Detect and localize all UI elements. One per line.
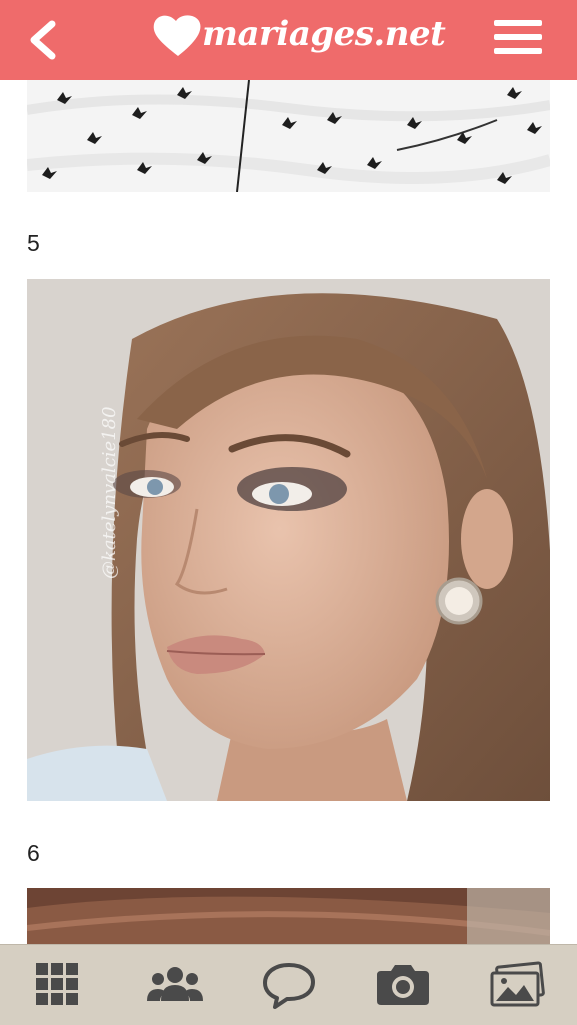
tab-community[interactable]	[145, 961, 205, 1009]
tab-messages[interactable]	[259, 961, 319, 1009]
hair-photo-partial	[27, 888, 550, 944]
photos-icon	[490, 961, 545, 1007]
photo-number: 5	[27, 230, 40, 256]
photo-number: 6	[27, 840, 40, 866]
gallery-photo[interactable]	[27, 888, 550, 944]
gallery-content[interactable]: 5 @katelynvalcie180 6	[0, 80, 577, 944]
bird-print-fabric	[27, 80, 550, 192]
chat-bubble-icon	[263, 963, 315, 1009]
back-button[interactable]	[26, 20, 62, 60]
grid-icon	[36, 963, 78, 1005]
brand-logo[interactable]: mariages.net	[150, 10, 446, 70]
app-header: mariages.net	[0, 0, 577, 80]
tab-grid[interactable]	[30, 961, 90, 1009]
bottom-tab-bar	[0, 944, 577, 1025]
camera-icon	[377, 965, 429, 1005]
menu-button[interactable]	[494, 20, 542, 58]
heart-icon	[153, 15, 201, 57]
photo-watermark: @katelynvalcie180	[99, 406, 120, 579]
gallery-photo[interactable]	[27, 80, 550, 192]
community-icon	[147, 967, 203, 1001]
brand-name: mariages.net	[202, 14, 446, 54]
chevron-left-icon	[30, 20, 56, 60]
tab-photos[interactable]	[488, 961, 548, 1009]
hamburger-menu-icon	[494, 20, 542, 26]
gallery-photo-makeup-portrait[interactable]: @katelynvalcie180	[27, 279, 550, 801]
tab-camera[interactable]	[373, 961, 433, 1009]
